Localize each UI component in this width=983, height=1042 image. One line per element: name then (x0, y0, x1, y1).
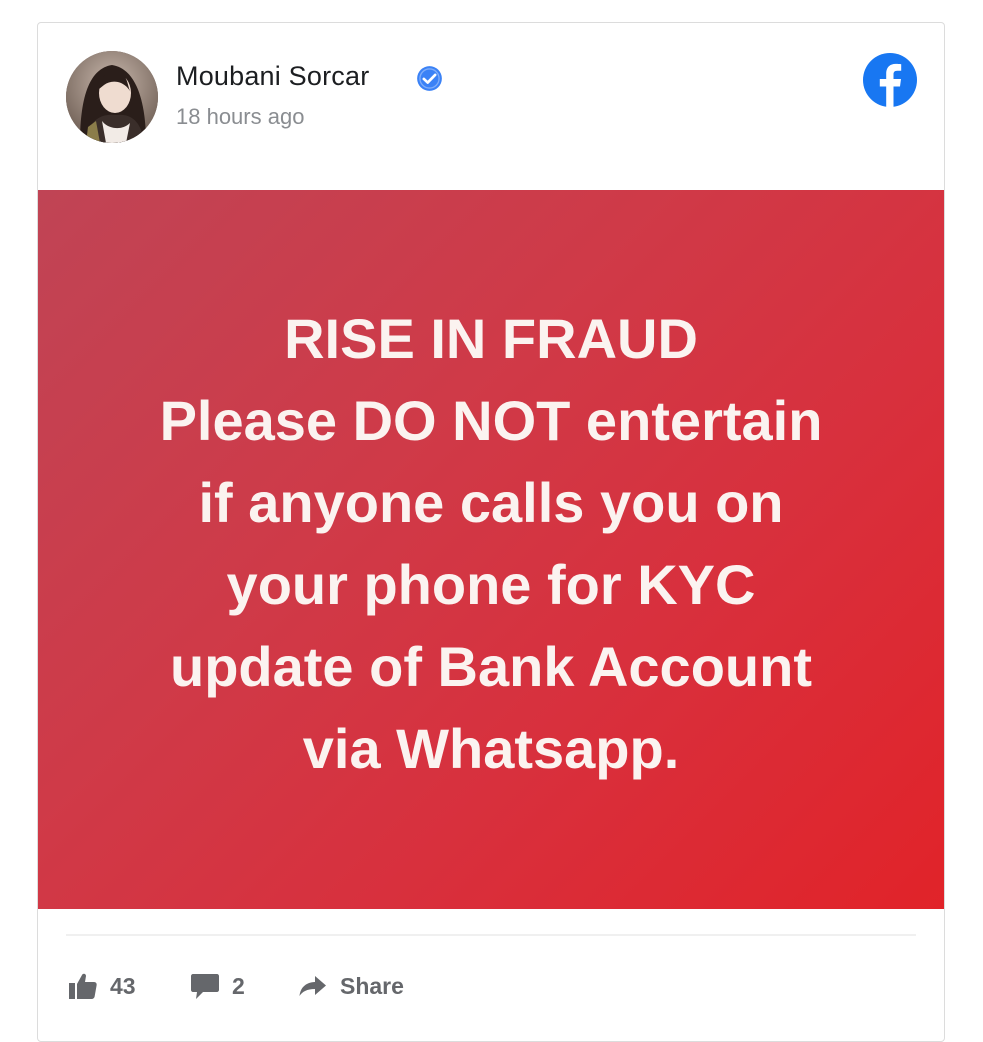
post-actions: 43 2 Share (38, 961, 944, 1011)
thumbs-up-icon (69, 973, 97, 999)
image-text-line: if anyone calls you on (198, 470, 784, 534)
comment-count: 2 (232, 972, 245, 999)
image-text-line: via Whatsapp. (302, 716, 680, 780)
image-text-line: update of Bank Account (170, 634, 812, 698)
image-text-line: RISE IN FRAUD (284, 306, 698, 370)
verified-badge-icon (417, 66, 442, 91)
comment-icon (191, 974, 219, 999)
post-image[interactable]: RISE IN FRAUD Please DO NOT entertain if… (38, 190, 944, 909)
like-count: 43 (110, 972, 136, 999)
avatar-image (66, 51, 158, 143)
share-button[interactable]: Share (298, 961, 404, 1011)
comment-button[interactable]: 2 (190, 961, 245, 1011)
avatar[interactable] (66, 51, 158, 143)
facebook-icon[interactable] (863, 53, 917, 107)
post-timestamp[interactable]: 18 hours ago (176, 104, 304, 130)
post-header: Moubani Sorcar 18 hours ago (38, 23, 944, 190)
like-button[interactable]: 43 (68, 961, 136, 1011)
share-label: Share (340, 972, 404, 999)
image-text-line: Please DO NOT entertain (159, 388, 823, 452)
post-image-text: RISE IN FRAUD Please DO NOT entertain if… (160, 298, 823, 790)
divider (66, 934, 916, 936)
author-name[interactable]: Moubani Sorcar (176, 61, 369, 92)
share-arrow-icon (299, 976, 326, 996)
image-text-line: your phone for KYC (226, 552, 756, 616)
post-card: Moubani Sorcar 18 hours ago RISE IN FRAU… (37, 22, 945, 1042)
